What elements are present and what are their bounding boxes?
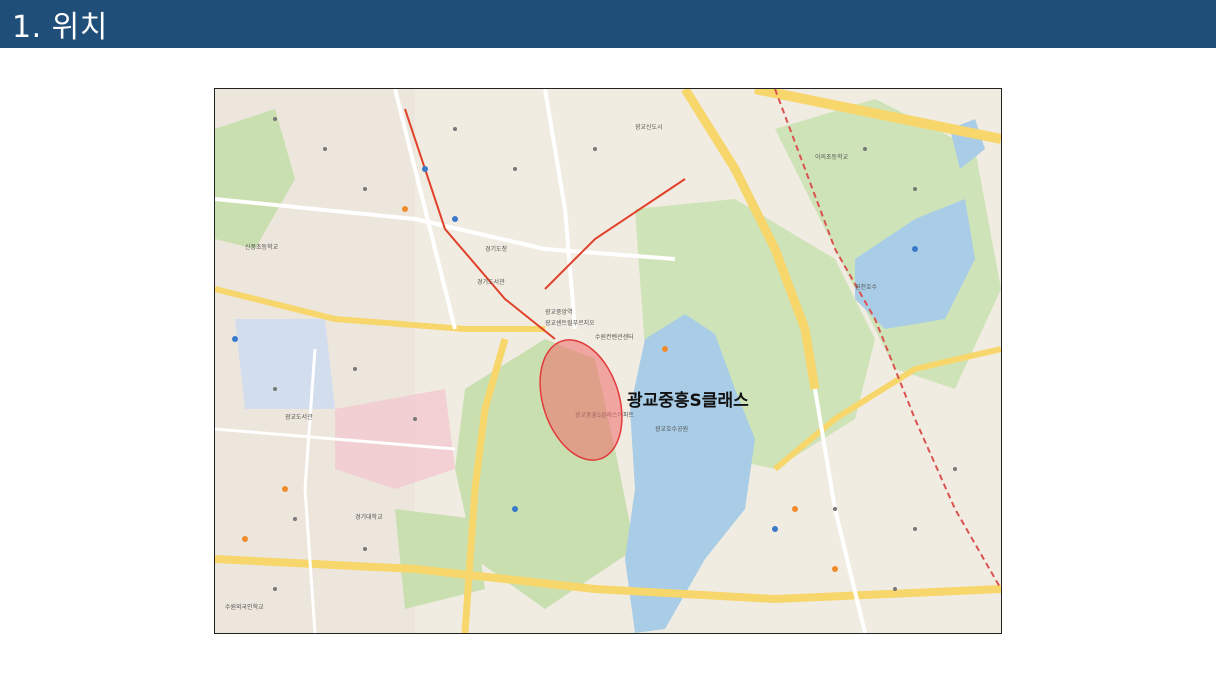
map-label: 광교호수공원 (655, 425, 688, 433)
map-label: 광교신도시 (635, 123, 663, 131)
location-map[interactable]: 경기도청 광교중흥S클래스아파트 광교호수공원 원천호수 경기도서관 광교중앙역… (214, 88, 1002, 634)
map-label: 수원컨벤션센터 (595, 333, 634, 341)
site-callout-label: 광교중흥S클래스 (627, 391, 749, 411)
map-label: 광교도서관 (285, 413, 313, 421)
map-canvas: 경기도청 광교중흥S클래스아파트 광교호수공원 원천호수 경기도서관 광교중앙역… (215, 89, 1001, 633)
map-label: 경기대학교 (355, 513, 383, 521)
map-label: 신풍초등학교 (245, 243, 279, 251)
map-label: 이의초등학교 (815, 153, 849, 161)
map-label: 광교센트럴푸르지오 (545, 319, 595, 327)
map-label: 경기도청 (485, 245, 507, 253)
slide-header: 1. 위치 (0, 0, 1216, 48)
slide-title: 1. 위치 (12, 10, 108, 45)
map-label: 원천호수 (855, 283, 878, 291)
map-label: 경기도서관 (477, 278, 505, 286)
map-label: 광교중앙역 (545, 308, 573, 316)
map-label: 수원외국인학교 (225, 603, 264, 611)
